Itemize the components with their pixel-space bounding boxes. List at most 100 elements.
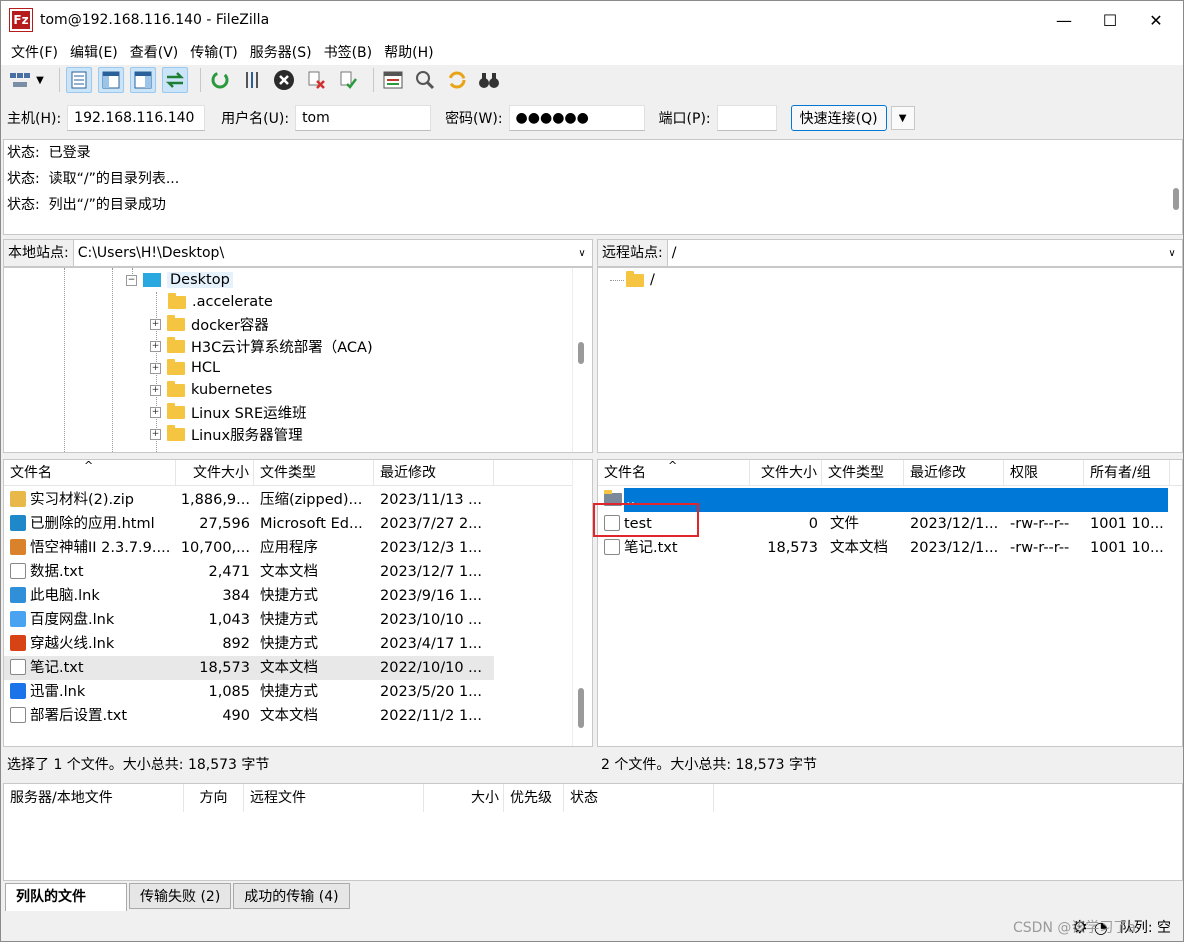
list-item[interactable]: 部署后设置.txt 490 文本文档 2022/11/2 1... bbox=[4, 704, 592, 728]
column-type[interactable]: 文件类型 bbox=[822, 460, 904, 486]
queue-column-direction[interactable]: 方向 bbox=[184, 784, 244, 812]
dropdown-icon[interactable]: ▼ bbox=[33, 67, 47, 93]
menu-help[interactable]: 帮助(H) bbox=[378, 42, 439, 62]
refresh-icon[interactable] bbox=[207, 67, 233, 93]
list-item[interactable]: 悟空神辅II 2.3.7.9.... 10,700,... 应用程序 2023/12/… bbox=[4, 536, 592, 560]
expand-icon[interactable]: + bbox=[150, 362, 161, 374]
column-size[interactable]: 文件大小 bbox=[750, 460, 822, 486]
tree-item-desktop[interactable]: − Desktop bbox=[126, 269, 233, 291]
minimize-button[interactable]: — bbox=[1041, 1, 1087, 39]
cancel-icon[interactable] bbox=[271, 67, 297, 93]
tree-guide bbox=[64, 268, 65, 452]
list-item[interactable]: 笔记.txt 18,573 文本文档 2022/10/10 ... bbox=[4, 656, 494, 680]
list-item[interactable]: 迅雷.lnk 1,085 快捷方式 2023/5/20 1... bbox=[4, 680, 592, 704]
disconnect-icon[interactable] bbox=[303, 67, 329, 93]
process-queue-icon[interactable] bbox=[239, 67, 265, 93]
column-owner[interactable]: 所有者/组 bbox=[1084, 460, 1170, 486]
sync-browse-icon[interactable] bbox=[444, 67, 470, 93]
tree-scrollbar[interactable] bbox=[578, 342, 584, 364]
toolbar-separator bbox=[200, 68, 201, 92]
port-input[interactable] bbox=[716, 105, 777, 131]
tree-item[interactable]: + Linux服务器管理 bbox=[150, 423, 303, 445]
filter-icon[interactable] bbox=[380, 67, 406, 93]
chevron-down-icon[interactable]: ∨ bbox=[572, 248, 592, 259]
baidu-icon bbox=[10, 611, 26, 627]
queue-column-priority[interactable]: 优先级 bbox=[504, 784, 564, 812]
expand-icon[interactable]: + bbox=[150, 384, 161, 396]
list-item[interactable]: 笔记.txt 18,573 文本文档 2023/12/1... -rw-r--r-- 10… bbox=[598, 536, 1182, 560]
tree-item[interactable]: + Linux SRE运维班 bbox=[150, 401, 307, 423]
toggle-remote-tree-icon[interactable] bbox=[130, 67, 156, 93]
column-name[interactable]: 文件名 ^ bbox=[598, 460, 750, 486]
close-button[interactable]: ✕ bbox=[1133, 1, 1179, 39]
app-icon bbox=[10, 539, 26, 555]
tab-successful[interactable]: 成功的传输 (4) bbox=[233, 883, 350, 909]
tree-item[interactable]: + HCL bbox=[150, 357, 220, 379]
tab-queued[interactable]: 列队的文件 bbox=[5, 883, 127, 911]
username-input[interactable] bbox=[295, 105, 432, 131]
list-item[interactable]: 百度网盘.lnk 1,043 快捷方式 2023/10/10 ... bbox=[4, 608, 592, 632]
password-input[interactable] bbox=[508, 105, 645, 131]
queue-column-local[interactable]: 服务器/本地文件 bbox=[4, 784, 184, 812]
compare-icon[interactable] bbox=[412, 67, 438, 93]
list-item[interactable]: 已删除的应用.html 27,596 Microsoft Ed... 2023/7/2… bbox=[4, 512, 592, 536]
list-item[interactable]: 穿越火线.lnk 892 快捷方式 2023/4/17 1... bbox=[4, 632, 592, 656]
list-item[interactable]: 实习材料(2).zip 1,886,9... 压缩(zipped)... 2023/1… bbox=[4, 488, 592, 512]
menu-transfer[interactable]: 传输(T) bbox=[184, 42, 243, 62]
menu-view[interactable]: 查看(V) bbox=[124, 42, 185, 62]
menu-edit[interactable]: 编辑(E) bbox=[64, 42, 124, 62]
expand-icon[interactable]: + bbox=[150, 428, 161, 440]
column-size[interactable]: 文件大小 bbox=[176, 460, 254, 486]
collapse-icon[interactable]: − bbox=[126, 274, 137, 286]
tree-item[interactable]: + H3C云计算系统部署（ACA) bbox=[150, 335, 373, 357]
tree-item[interactable]: + kubernetes bbox=[150, 379, 272, 401]
tree-guide bbox=[610, 280, 624, 281]
reconnect-icon[interactable] bbox=[335, 67, 361, 93]
list-item[interactable]: 数据.txt 2,471 文本文档 2023/12/7 1... bbox=[4, 560, 592, 584]
host-label: 主机(H): bbox=[7, 111, 62, 127]
toggle-queue-icon[interactable] bbox=[162, 67, 188, 93]
column-permissions[interactable]: 权限 bbox=[1004, 460, 1084, 486]
list-item[interactable]: 此电脑.lnk 384 快捷方式 2023/9/16 1... bbox=[4, 584, 592, 608]
local-file-list: 文件名 ^ 文件大小 文件类型 最近修改 实习材料(2).zip 1,886,9..… bbox=[3, 459, 593, 747]
search-icon[interactable] bbox=[476, 67, 502, 93]
host-input[interactable] bbox=[67, 105, 206, 131]
menu-server[interactable]: 服务器(S) bbox=[244, 42, 318, 62]
tab-failed[interactable]: 传输失败 (2) bbox=[129, 883, 232, 909]
quickconnect-button[interactable]: 快速连接(Q) bbox=[790, 105, 887, 131]
quickconnect-dropdown-icon[interactable]: ▼ bbox=[890, 106, 915, 130]
column-modified[interactable]: 最近修改 bbox=[374, 460, 494, 486]
log-scrollbar[interactable] bbox=[1173, 188, 1179, 210]
tree-item[interactable]: + docker容器 bbox=[150, 313, 269, 335]
queue-column-size[interactable]: 大小 bbox=[424, 784, 504, 812]
toggle-local-tree-icon[interactable] bbox=[98, 67, 124, 93]
toggle-log-icon[interactable] bbox=[66, 67, 92, 93]
folder-icon bbox=[167, 314, 185, 331]
local-tree: − Desktop .accelerate + docker容器 + H3C云计算系… bbox=[3, 267, 593, 453]
maximize-button[interactable]: ☐ bbox=[1087, 1, 1133, 39]
log-line: 状态: 已登录 bbox=[7, 145, 91, 161]
menu-bookmarks[interactable]: 书签(B) bbox=[318, 42, 379, 62]
queue-column-status[interactable]: 状态 bbox=[564, 784, 714, 812]
tree-item-root[interactable]: / bbox=[626, 269, 655, 291]
column-type[interactable]: 文件类型 bbox=[254, 460, 374, 486]
port-label: 端口(P): bbox=[658, 111, 711, 127]
expand-icon[interactable]: + bbox=[150, 406, 161, 418]
menu-file[interactable]: 文件(F) bbox=[5, 42, 64, 62]
local-path-input[interactable]: C:\Users\H!\Desktop\ bbox=[74, 245, 572, 261]
password-label: 密码(W): bbox=[445, 111, 503, 127]
column-name[interactable]: 文件名 ^ bbox=[4, 460, 176, 486]
tree-item[interactable]: .accelerate bbox=[168, 291, 273, 313]
folder-icon bbox=[167, 336, 185, 353]
quickconnect-bar: 主机(H): 用户名(U): 密码(W): 端口(P): 快速连接(Q) ▼ bbox=[1, 101, 1183, 135]
list-scrollbar[interactable] bbox=[578, 688, 584, 728]
remote-path-input[interactable]: / bbox=[668, 245, 1162, 261]
queue-column-remote[interactable]: 远程文件 bbox=[244, 784, 424, 812]
chevron-down-icon[interactable]: ∨ bbox=[1162, 248, 1182, 259]
remote-list-header: 文件名 ^ 文件大小 文件类型 最近修改 权限 所有者/组 bbox=[598, 460, 1182, 486]
expand-icon[interactable]: + bbox=[150, 318, 161, 330]
desktop-icon bbox=[143, 273, 161, 287]
expand-icon[interactable]: + bbox=[150, 340, 161, 352]
site-manager-icon[interactable] bbox=[7, 67, 33, 93]
column-modified[interactable]: 最近修改 bbox=[904, 460, 1004, 486]
